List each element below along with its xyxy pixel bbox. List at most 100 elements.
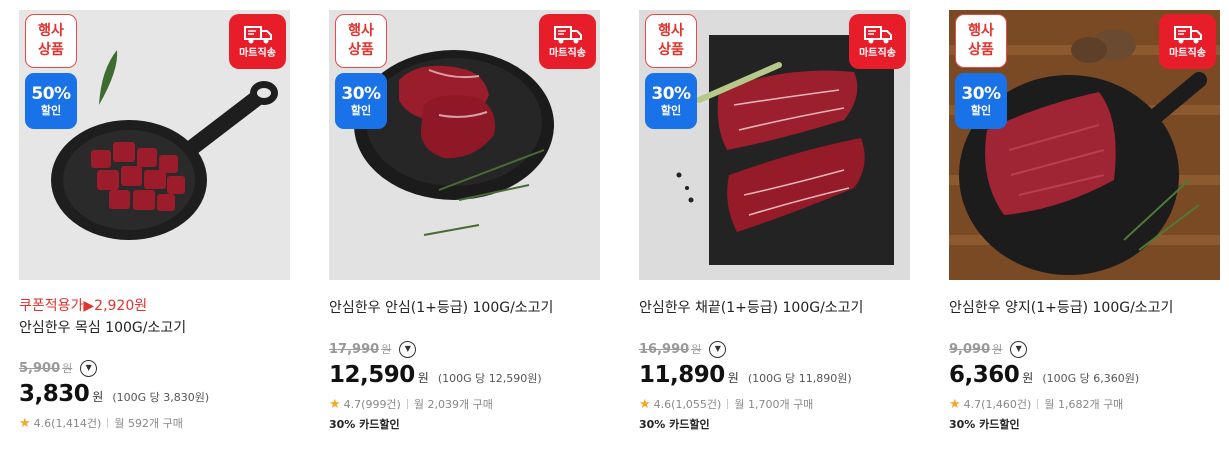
unit-price: (100G 당 11,890원) — [747, 372, 852, 385]
monthly-sales: 월 1,682개 구매 — [1044, 398, 1124, 411]
delivery-label: 마트직송 — [859, 47, 896, 59]
discount-label: 할인 — [350, 104, 372, 117]
price-info-button[interactable]: ▼ — [1010, 340, 1028, 358]
event-badge: 행사 상품 — [25, 14, 77, 68]
unit-price: (100G 당 3,830원) — [112, 391, 210, 404]
card-discount-label: 30% 카드할인 — [949, 418, 1020, 431]
product-image[interactable]: 행사 상품 30% 할인 마트직송 — [949, 10, 1220, 280]
star-icon: ★ — [949, 396, 961, 412]
event-badge: 행사 상품 — [335, 14, 387, 68]
truck-icon — [863, 25, 892, 43]
product-name[interactable]: 안심한우 양지(1+등급) 100G/소고기 — [949, 298, 1220, 318]
rating: 4.6(1,055건) — [653, 398, 722, 411]
divider — [727, 399, 729, 409]
price-info-button[interactable]: ▼ — [709, 340, 727, 358]
truck-icon — [1173, 25, 1202, 43]
mart-delivery-badge: 마트직송 — [849, 14, 906, 69]
unit-price: (100G 당 12,590원) — [437, 372, 542, 385]
original-price-unit: 원 — [691, 343, 702, 356]
discount-label: 할인 — [970, 104, 992, 117]
price-info-button[interactable]: ▼ — [80, 359, 98, 377]
event-badge-line2: 상품 — [348, 42, 374, 58]
product-image[interactable]: 행사 상품 30% 할인 마트직송 — [329, 10, 600, 280]
rating-row: ★ 4.6(1,414건) 월 592개 구매 — [19, 415, 290, 431]
mart-delivery-badge: 마트직송 — [539, 14, 596, 69]
original-price: 16,990 — [639, 341, 690, 357]
monthly-sales: 월 2,039개 구매 — [413, 398, 493, 411]
original-price: 9,090 — [949, 341, 991, 357]
rating-row: ★ 4.7(1,460건) 월 1,682개 구매 — [949, 396, 1220, 412]
original-price-unit: 원 — [381, 343, 392, 356]
discount-percent: 50% — [31, 84, 71, 104]
card-discount-label: 30% 카드할인 — [639, 418, 710, 431]
product-name[interactable]: 안심한우 채끝(1+등급) 100G/소고기 — [639, 298, 910, 318]
unit-price: (100G 당 6,360원) — [1042, 372, 1140, 385]
sale-price: 6,360 — [949, 362, 1020, 388]
event-badge-line2: 상품 — [658, 42, 684, 58]
event-badge-line1: 행사 — [348, 23, 374, 39]
sale-price: 3,830 — [19, 381, 90, 407]
card-discount-label: 30% 카드할인 — [329, 418, 400, 431]
chevron-down-icon: ▼ — [404, 344, 411, 353]
divider — [107, 418, 109, 428]
product-card[interactable]: 행사 상품 30% 할인 마트직송 안심한우 채끝(1+등급) 100G/소고기 — [639, 10, 910, 432]
monthly-sales: 월 1,700개 구매 — [734, 398, 814, 411]
discount-badge: 30% 할인 — [645, 73, 697, 129]
sale-price-unit: 원 — [417, 371, 429, 385]
product-card[interactable]: 행사 상품 30% 할인 마트직송 안심한우 안심(1+등급) 100G/소고기 — [329, 10, 600, 432]
monthly-sales: 월 592개 구매 — [114, 417, 183, 430]
chevron-down-icon: ▼ — [714, 344, 721, 353]
sale-price: 11,890 — [639, 362, 725, 388]
original-price-unit: 원 — [62, 362, 73, 375]
event-badge: 행사 상품 — [645, 14, 697, 68]
sale-price: 12,590 — [329, 362, 415, 388]
star-icon: ★ — [639, 396, 651, 412]
event-badge-line2: 상품 — [968, 42, 994, 58]
discount-badge: 50% 할인 — [25, 73, 77, 129]
mart-delivery-badge: 마트직송 — [1159, 14, 1216, 69]
discount-percent: 30% — [651, 84, 691, 104]
event-badge-line1: 행사 — [38, 23, 64, 39]
product-card[interactable]: 행사 상품 30% 할인 마트직송 안심한우 양지(1+등급) 100G/소고기 — [949, 10, 1220, 432]
chevron-down-icon: ▼ — [85, 363, 92, 372]
rating-row: ★ 4.6(1,055건) 월 1,700개 구매 — [639, 396, 910, 412]
product-card[interactable]: 행사 상품 50% 할인 마트직송 쿠폰적용가▶2,920원 안심한우 목심 1… — [19, 10, 290, 431]
discount-label: 할인 — [660, 104, 682, 117]
original-price: 17,990 — [329, 341, 380, 357]
original-price-unit: 원 — [992, 343, 1003, 356]
discount-percent: 30% — [341, 84, 381, 104]
rating: 4.6(1,414건) — [33, 417, 102, 430]
product-name[interactable]: 안심한우 목심 100G/소고기 — [19, 318, 290, 338]
product-name[interactable]: 안심한우 안심(1+등급) 100G/소고기 — [329, 298, 600, 318]
discount-badge: 30% 할인 — [955, 73, 1007, 129]
product-grid: 행사 상품 50% 할인 마트직송 쿠폰적용가▶2,920원 안심한우 목심 1… — [0, 0, 1229, 466]
product-image[interactable]: 행사 상품 30% 할인 마트직송 — [639, 10, 910, 280]
divider — [406, 399, 408, 409]
sale-price-unit: 원 — [1022, 371, 1034, 385]
discount-percent: 30% — [961, 84, 1001, 104]
divider — [1037, 399, 1039, 409]
rating: 4.7(999건) — [343, 398, 401, 411]
rating: 4.7(1,460건) — [963, 398, 1032, 411]
coupon-price: 쿠폰적용가▶2,920원 — [19, 298, 148, 314]
sale-price-unit: 원 — [92, 390, 104, 404]
delivery-label: 마트직송 — [549, 47, 586, 59]
event-badge-line1: 행사 — [968, 23, 994, 39]
truck-icon — [553, 25, 582, 43]
discount-label: 할인 — [40, 104, 62, 117]
event-badge-line1: 행사 — [658, 23, 684, 39]
truck-icon — [243, 25, 272, 43]
original-price: 5,900 — [19, 360, 61, 376]
product-image[interactable]: 행사 상품 50% 할인 마트직송 — [19, 10, 290, 280]
rating-row: ★ 4.7(999건) 월 2,039개 구매 — [329, 396, 600, 412]
discount-badge: 30% 할인 — [335, 73, 387, 129]
star-icon: ★ — [329, 396, 341, 412]
chevron-down-icon: ▼ — [1015, 344, 1022, 353]
delivery-label: 마트직송 — [239, 47, 276, 59]
price-info-button[interactable]: ▼ — [399, 340, 417, 358]
event-badge: 행사 상품 — [955, 14, 1007, 68]
mart-delivery-badge: 마트직송 — [229, 14, 286, 69]
event-badge-line2: 상품 — [38, 42, 64, 58]
star-icon: ★ — [19, 415, 31, 431]
delivery-label: 마트직송 — [1169, 47, 1206, 59]
